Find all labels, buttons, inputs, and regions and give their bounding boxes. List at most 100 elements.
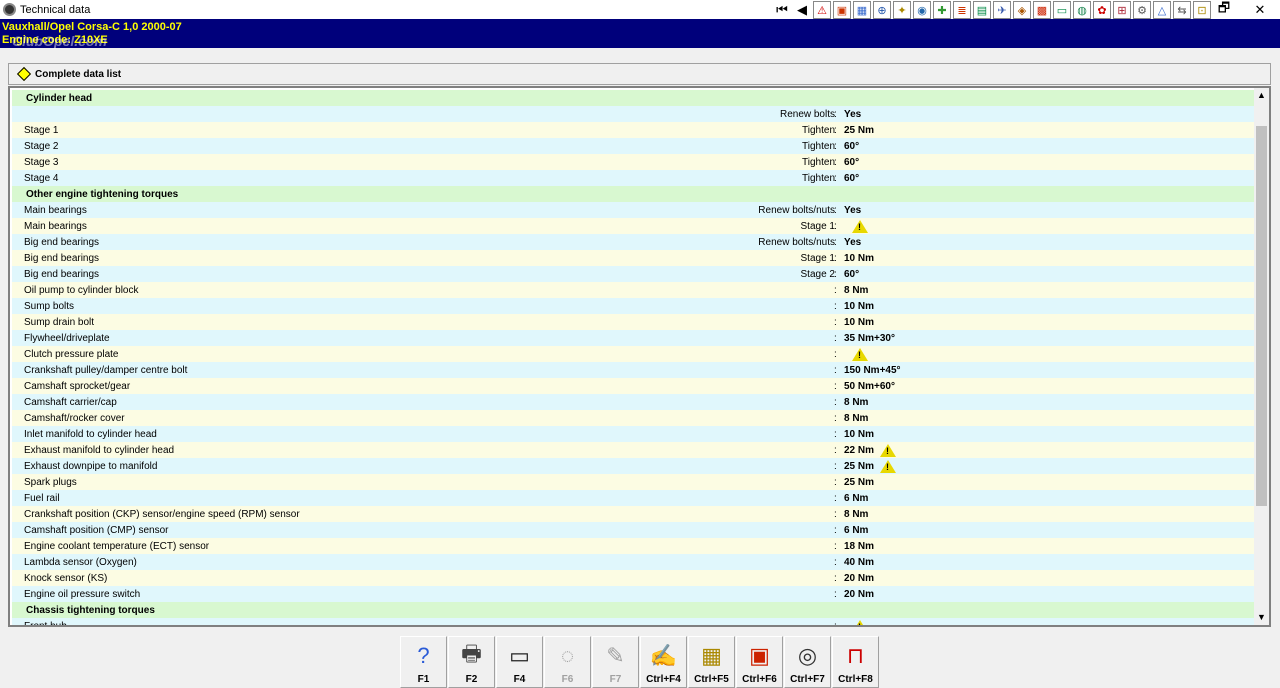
item-name: Crankshaft pulley/damper centre bolt bbox=[24, 364, 188, 376]
first-record-button[interactable]: ⏮ bbox=[773, 1, 791, 19]
item-label: Renew bolts bbox=[779, 108, 835, 120]
separator: : bbox=[834, 284, 837, 296]
warning-icon[interactable] bbox=[880, 443, 897, 457]
table-row: Lambda sensor (Oxygen):40 Nm bbox=[12, 554, 1256, 570]
table-row: Big end bearings Stage 2:60° bbox=[12, 266, 1256, 282]
app-icon bbox=[3, 3, 16, 16]
tool-icon-6[interactable]: ◉ bbox=[913, 1, 931, 19]
item-name: Sump bolts bbox=[24, 300, 75, 312]
tool-icon-2[interactable]: ▣ bbox=[833, 1, 851, 19]
item-value-text: 60° bbox=[844, 268, 860, 280]
table-row: Engine coolant temperature (ECT) sensor:… bbox=[12, 538, 1256, 554]
table-row: Camshaft/rocker cover:8 Nm bbox=[12, 410, 1256, 426]
item-name: Lambda sensor (Oxygen) bbox=[24, 556, 137, 568]
tool-icon-13[interactable]: ▭ bbox=[1053, 1, 1071, 19]
vertical-scrollbar[interactable]: ▲ ▼ bbox=[1254, 88, 1269, 625]
tool-icon-3[interactable]: ▦ bbox=[853, 1, 871, 19]
tool-icon-5[interactable]: ✦ bbox=[893, 1, 911, 19]
f7-icon: ✎ bbox=[606, 643, 625, 668]
item-label: Stage 1 bbox=[800, 252, 835, 264]
item-value: 10 Nm bbox=[844, 429, 874, 440]
item-value-text: 18 Nm bbox=[844, 540, 875, 552]
item-value-text: 8 Nm bbox=[844, 396, 869, 408]
toolbar: ⏮ ◀ ⚠ ▣ ▦ ⊕ ✦ ◉ ✚ ≣ ▤ ✈ ◈ ▩ ▭ ◍ ✿ ⊞ ⚙ △ ⇆ ⊡ bbox=[773, 1, 1213, 19]
item-label: Renew bolts/nuts bbox=[758, 236, 835, 248]
display-button[interactable]: ▭ F4 bbox=[496, 636, 543, 688]
previous-record-button[interactable]: ◀ bbox=[793, 1, 811, 19]
calendar-icon: ▣ bbox=[749, 643, 770, 668]
section-header[interactable]: Complete data list bbox=[8, 63, 1271, 85]
data-rows: Cylinder head Renew bolts: Yes Stage 1 Tight… bbox=[12, 90, 1256, 625]
item-name: Stage 3 bbox=[24, 156, 59, 168]
tool-icon-8[interactable]: ≣ bbox=[953, 1, 971, 19]
diagnostics-button[interactable]: ◎ Ctrl+F7 bbox=[784, 636, 831, 688]
tool-icon-10[interactable]: ✈ bbox=[993, 1, 1011, 19]
warning-icon[interactable] bbox=[852, 219, 868, 233]
tool-icon-4[interactable]: ⊕ bbox=[873, 1, 891, 19]
group-heading: Other engine tightening torques bbox=[26, 188, 179, 200]
tool-icon-15[interactable]: ✿ bbox=[1093, 1, 1111, 19]
tool-icon-9[interactable]: ▤ bbox=[973, 1, 991, 19]
item-name: Stage 4 bbox=[24, 172, 59, 184]
item-value: 60° bbox=[844, 141, 859, 152]
close-button[interactable]: ✕ bbox=[1242, 0, 1278, 19]
notes-button[interactable]: ✍ Ctrl+F4 bbox=[640, 636, 687, 688]
separator: : bbox=[834, 236, 837, 248]
item-value-text: Yes bbox=[844, 108, 862, 120]
restore-button[interactable]: 🗗 bbox=[1206, 0, 1242, 19]
data-list[interactable]: Cylinder head Renew bolts: Yes Stage 1 Tight… bbox=[8, 86, 1271, 627]
scroll-thumb[interactable] bbox=[1256, 126, 1267, 506]
print-button[interactable]: 🖶 F2 bbox=[448, 636, 495, 688]
section-label: Complete data list bbox=[35, 68, 122, 80]
item-value: 10 Nm bbox=[844, 317, 874, 328]
table-row: Camshaft carrier/cap:8 Nm bbox=[12, 394, 1256, 410]
item-value-text: 35 Nm+30° bbox=[844, 332, 895, 344]
item-value-text: 8 Nm bbox=[844, 508, 869, 520]
warning-icon[interactable] bbox=[852, 347, 868, 361]
item-label: Stage 2 bbox=[800, 268, 835, 280]
tool-icon-19[interactable]: ⇆ bbox=[1173, 1, 1191, 19]
scroll-up-button[interactable]: ▲ bbox=[1254, 88, 1269, 103]
item-value bbox=[844, 619, 868, 625]
lubricants-icon: ▦ bbox=[701, 643, 722, 668]
item-name: Big end bearings bbox=[24, 236, 100, 248]
item-name: Exhaust manifold to cylinder head bbox=[24, 444, 175, 456]
warning-icon[interactable] bbox=[852, 619, 868, 625]
item-value bbox=[844, 347, 868, 361]
tool-icon-16[interactable]: ⊞ bbox=[1113, 1, 1131, 19]
scroll-down-button[interactable]: ▼ bbox=[1254, 610, 1269, 625]
lubricants-button[interactable]: ▦ Ctrl+F5 bbox=[688, 636, 735, 688]
item-value: 10 Nm bbox=[844, 253, 874, 264]
item-name: Knock sensor (KS) bbox=[24, 572, 108, 584]
warning-icon[interactable]: ⚠ bbox=[813, 1, 831, 19]
table-row: Exhaust downpipe to manifold:25 Nm bbox=[12, 458, 1256, 474]
item-value-text: 20 Nm bbox=[844, 588, 875, 600]
calendar-button[interactable]: ▣ Ctrl+F6 bbox=[736, 636, 783, 688]
table-row: Big end bearings Stage 1:10 Nm bbox=[12, 250, 1256, 266]
vehicle-model: Vauxhall/Opel Corsa-C 1,0 2000-07 bbox=[2, 21, 182, 33]
item-value: 25 Nm bbox=[844, 125, 874, 136]
item-value: 60° bbox=[844, 173, 859, 184]
item-value-text: 6 Nm bbox=[844, 492, 869, 504]
watermark: ClubOpel.com bbox=[12, 33, 107, 49]
help-button[interactable]: ? F1 bbox=[400, 636, 447, 688]
tool-icon-14[interactable]: ◍ bbox=[1073, 1, 1091, 19]
separator: : bbox=[834, 460, 837, 472]
title-bar: Technical data ⏮ ◀ ⚠ ▣ ▦ ⊕ ✦ ◉ ✚ ≣ ▤ ✈ ◈ ▩ ▭ ◍ ✿ ⊞ ⚙ △ ⇆ ⊡ 🗗 … bbox=[0, 0, 1280, 19]
tool-icon-18[interactable]: △ bbox=[1153, 1, 1171, 19]
item-value: 40 Nm bbox=[844, 557, 874, 568]
separator: : bbox=[834, 348, 837, 360]
fkey-label: F1 bbox=[417, 674, 430, 685]
warning-icon[interactable] bbox=[880, 459, 897, 473]
item-value-text: 8 Nm bbox=[844, 284, 869, 296]
item-name: Camshaft position (CMP) sensor bbox=[24, 524, 169, 536]
tool-icon-12[interactable]: ▩ bbox=[1033, 1, 1051, 19]
lift-points-button[interactable]: ⊓ Ctrl+F8 bbox=[832, 636, 879, 688]
group-heading-row: Chassis tightening torques bbox=[12, 602, 1256, 618]
item-value-text: 60° bbox=[844, 172, 860, 184]
item-name: Camshaft/rocker cover bbox=[24, 412, 125, 424]
tool-icon-11[interactable]: ◈ bbox=[1013, 1, 1031, 19]
fkey-label: Ctrl+F7 bbox=[790, 674, 825, 685]
tool-icon-7[interactable]: ✚ bbox=[933, 1, 951, 19]
tool-icon-17[interactable]: ⚙ bbox=[1133, 1, 1151, 19]
